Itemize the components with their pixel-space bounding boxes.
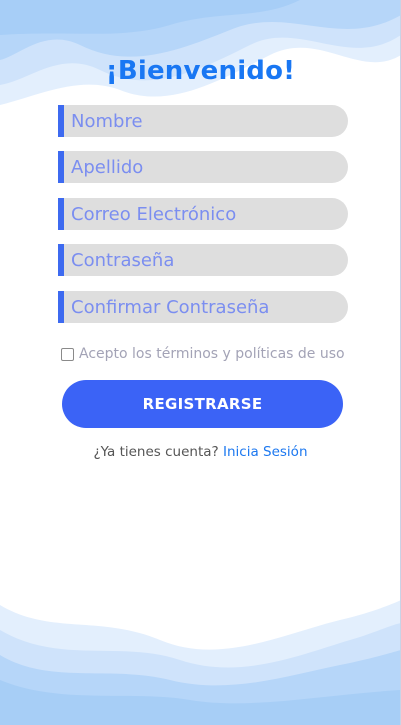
password-field-wrapper: [58, 244, 348, 276]
first-name-field-wrapper: [58, 105, 348, 137]
register-button[interactable]: REGISTRARSE: [62, 380, 343, 428]
password-input[interactable]: [64, 244, 348, 276]
last-name-input[interactable]: [64, 151, 348, 183]
login-link[interactable]: Inicia Sesión: [223, 444, 308, 460]
terms-label: Acepto los términos y políticas de uso: [79, 346, 345, 362]
login-prompt-line: ¿Ya tienes cuenta? Inicia Sesión: [0, 444, 400, 460]
confirm-password-input[interactable]: [64, 291, 348, 323]
terms-row[interactable]: Acepto los términos y políticas de uso: [61, 346, 345, 362]
last-name-field-wrapper: [58, 151, 348, 183]
email-field-wrapper: [58, 198, 348, 230]
login-prompt-text: ¿Ya tienes cuenta?: [93, 444, 219, 460]
confirm-password-field-wrapper: [58, 291, 348, 323]
email-input[interactable]: [64, 198, 348, 230]
bottom-wave-decoration: [0, 600, 400, 725]
page-title: ¡Bienvenido!: [105, 56, 296, 86]
register-screen: ¡Bienvenido! Acepto los términos y polít…: [0, 0, 401, 725]
terms-checkbox[interactable]: [61, 347, 74, 361]
first-name-input[interactable]: [64, 105, 348, 137]
